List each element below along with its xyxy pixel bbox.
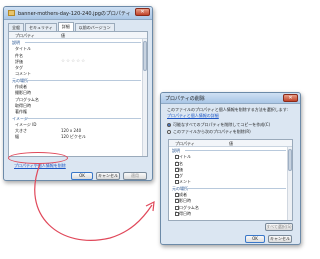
tab-bar: 全般 セキュリティ 詳細 以前のバージョン (8, 22, 116, 31)
cancel-button[interactable]: キャンセル (96, 172, 120, 180)
grid-header: プロパティ 値 (169, 140, 292, 147)
scrollbar[interactable] (287, 147, 292, 220)
radio-button[interactable] (167, 123, 171, 127)
property-label: 幅 (15, 134, 19, 140)
option-copy-label: 可能なすべてのプロパティを削除してコピーを作成(C) (173, 122, 271, 127)
property-value: 120 ピクセル (61, 134, 86, 140)
details-link[interactable]: プロパティと個人情報の詳細 (167, 113, 219, 119)
option-remove-label: このファイルから次のプロパティを削除(R) (173, 129, 251, 134)
select-all-button[interactable]: すべて選択(S) (265, 223, 293, 231)
tab-general[interactable]: 全般 (8, 23, 24, 31)
details-panel: プロパティ 値 説明 タイトル 件名 評価 ☆☆☆☆☆ タグ コメント 元の場所 作成者 撮影日時… (8, 31, 148, 157)
close-button[interactable]: ✕ (283, 94, 298, 102)
property-checklist: 説明 タイトル 件名 評価 タグ コメント 元の場所 作成者 撮影日時 プログラム名 取得日時 (169, 147, 292, 220)
option-copy-radio[interactable]: 可能なすべてのプロパティを削除してコピーを作成(C) (167, 122, 270, 128)
property-value: 120 x 240 (61, 128, 82, 134)
scroll-thumb[interactable] (288, 149, 292, 171)
checkbox[interactable] (175, 211, 179, 216)
arrow-head-icon (145, 200, 155, 212)
tab-security[interactable]: セキュリティ (25, 23, 57, 31)
property-checklist-panel: プロパティ 値 説明 タイトル 件名 評価 タグ コメント 元の場所 作成者 撮影日時 プログラム… (168, 139, 293, 221)
option-remove-radio[interactable]: このファイルから次のプロパティを削除(R) (167, 129, 251, 135)
window-title: プロパティの削除 (165, 96, 205, 102)
grid-header: プロパティ 値 (9, 32, 147, 39)
scroll-thumb[interactable] (143, 41, 147, 71)
close-button[interactable]: ✕ (135, 8, 150, 16)
highlight-oval (8, 152, 68, 164)
tab-previous-versions[interactable]: 以前のバージョン (74, 23, 115, 31)
remove-properties-window: プロパティの削除 ✕ このファイルのプロパティと個人情報を削除する方法を選択しま… (160, 92, 301, 245)
ok-button[interactable]: OK (245, 235, 265, 243)
property-row[interactable]: 幅 120 ピクセル (9, 133, 147, 139)
scrollbar[interactable] (142, 39, 147, 156)
title-bar[interactable]: banner-mothers-day-120-240.jpgのプロパティ ✕ (4, 7, 152, 20)
window-title: banner-mothers-day-120-240.jpgのプロパティ (18, 11, 131, 17)
cancel-button[interactable]: キャンセル (268, 235, 292, 243)
property-checkbox-row[interactable]: 取得日時 (169, 210, 292, 216)
image-file-icon (8, 10, 15, 16)
property-value: ☆☆☆☆☆ (61, 58, 87, 64)
ok-button[interactable]: OK (71, 172, 93, 180)
title-bar[interactable]: プロパティの削除 ✕ (161, 93, 300, 104)
property-list: 説明 タイトル 件名 評価 ☆☆☆☆☆ タグ コメント 元の場所 作成者 撮影日時 プログラム名 取得… (9, 39, 147, 156)
radio-button[interactable] (167, 130, 171, 134)
property-checkbox-item[interactable]: 取得日時 (175, 211, 191, 217)
tab-details[interactable]: 詳細 (57, 22, 74, 31)
apply-button[interactable]: 適用 (123, 172, 147, 180)
